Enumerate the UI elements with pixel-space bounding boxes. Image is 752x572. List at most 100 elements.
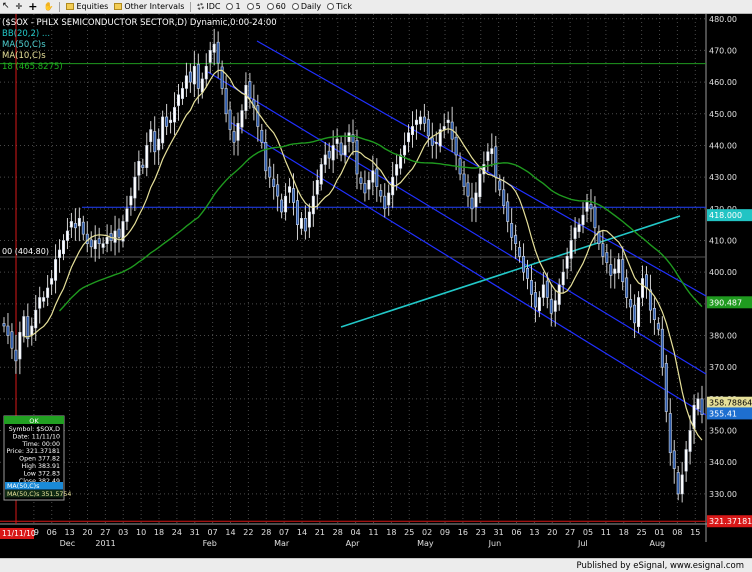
- candle-body: [204, 65, 208, 80]
- candle-body: [303, 218, 307, 232]
- candle-body: [395, 164, 399, 176]
- x-tick-label: 27: [100, 528, 110, 537]
- x-tick-label: 20: [547, 528, 557, 537]
- data-window-header-text: OK: [29, 417, 39, 425]
- candle-body: [680, 474, 684, 495]
- candle-body: [22, 316, 26, 337]
- legend-line: MA(50,C)s: [2, 40, 46, 50]
- clock-icon: [327, 3, 335, 10]
- toolbar-item-10[interactable]: Daily: [291, 2, 321, 11]
- x-tick-label: 11: [601, 528, 611, 537]
- candle-body: [672, 450, 676, 469]
- folder-icon: [66, 3, 75, 10]
- candle-body: [288, 186, 292, 193]
- candle-body: [2, 323, 6, 327]
- crosshair-icon: ✛: [15, 2, 23, 11]
- x-tick-label: 28: [333, 528, 343, 537]
- candle-body: [208, 50, 212, 63]
- data-window-indicator: MA(50,C)s 351.5754: [7, 491, 71, 498]
- candle-body: [387, 192, 391, 206]
- toolbar-item-7[interactable]: 1: [226, 2, 241, 11]
- candle-body: [117, 228, 121, 238]
- x-tick-label: 20: [82, 528, 92, 537]
- candle-body: [577, 224, 581, 232]
- x-tick-label: 22: [243, 528, 253, 537]
- x-tick-label: 13: [529, 528, 539, 537]
- data-window-row: Time: 00:00: [21, 441, 60, 448]
- candle-body: [621, 259, 625, 282]
- y-tick-label: 380.00: [709, 332, 737, 341]
- candle-body: [323, 154, 327, 165]
- candle-body: [359, 177, 363, 184]
- candle-body: [93, 240, 97, 250]
- candle-body: [105, 237, 109, 244]
- x-tick-label: 28: [261, 528, 271, 537]
- candle-body: [331, 145, 335, 161]
- candle-body: [502, 189, 506, 206]
- candle-body: [240, 110, 244, 128]
- data-window-indicator: MA(50,C)s: [7, 483, 39, 490]
- data-window-row: Low 372.83: [24, 470, 60, 477]
- candle-body: [605, 252, 609, 263]
- toolbar-item-9[interactable]: 60: [266, 2, 286, 11]
- data-window-row: Price: 321.37181: [6, 448, 60, 455]
- candle-body: [533, 292, 537, 308]
- candle-body: [466, 182, 470, 197]
- x-month-label: Jul: [577, 539, 588, 548]
- clock-icon: [246, 3, 254, 10]
- candle-body: [101, 243, 105, 248]
- candle-body: [216, 41, 220, 64]
- y-tick-label: 430.00: [709, 173, 737, 182]
- candle-body: [307, 211, 311, 228]
- candle-body: [311, 195, 315, 215]
- toolbar-item-0[interactable]: ↖: [2, 2, 10, 11]
- candle-body: [276, 184, 280, 197]
- candle-body: [656, 323, 660, 330]
- toolbar-item-4[interactable]: Equities: [66, 2, 108, 11]
- toolbar-separator: [190, 1, 192, 12]
- toolbar-item-label: 1: [235, 2, 241, 11]
- candle-body: [641, 278, 645, 298]
- candle-body: [244, 84, 248, 111]
- candle-body: [418, 116, 422, 125]
- price-tag-label: 355.41: [709, 409, 737, 418]
- candle-body: [494, 146, 498, 178]
- data-window-row: Symbol: $SOX,D: [9, 426, 60, 433]
- candle-body: [61, 240, 65, 255]
- candle-body: [581, 214, 585, 225]
- candle-body: [165, 116, 169, 127]
- folder-icon: [114, 3, 123, 10]
- toolbar-item-11[interactable]: Tick: [327, 2, 352, 11]
- candle-body: [284, 195, 288, 213]
- toolbar-item-2[interactable]: +: [28, 1, 37, 12]
- candle-body: [593, 206, 597, 229]
- clock-icon: [291, 3, 299, 10]
- toolbar-item-6[interactable]: IDC: [197, 2, 220, 11]
- candle-body: [660, 328, 664, 368]
- toolbar-item-8[interactable]: 5: [246, 2, 261, 11]
- candle-body: [367, 180, 371, 190]
- x-month-label: Dec: [60, 539, 75, 548]
- candle-body: [585, 202, 589, 212]
- x-month-label: Feb: [203, 539, 217, 548]
- candle-body: [414, 119, 418, 125]
- toolbar-item-3[interactable]: ✋: [43, 2, 53, 11]
- toolbar-item-1[interactable]: ✛: [16, 2, 23, 11]
- toolbar-item-5[interactable]: Other Intervals: [114, 2, 184, 11]
- candle-body: [696, 398, 700, 410]
- candle-body: [537, 297, 541, 312]
- toolbar-item-label: IDC: [206, 2, 221, 11]
- candle-body: [478, 173, 482, 198]
- candle-body: [644, 274, 648, 289]
- x-tick-label: 14: [225, 528, 235, 537]
- x-tick-label: 11: [368, 528, 378, 537]
- candle-body: [149, 129, 153, 142]
- candle-body: [617, 259, 621, 274]
- legend-line: BB(20,2) ...: [2, 29, 50, 39]
- x-month-label: Mar: [274, 539, 290, 548]
- candle-body: [688, 430, 692, 452]
- candle-body: [188, 71, 192, 83]
- x-tick-label: 23: [476, 528, 486, 537]
- candle-body: [700, 398, 704, 416]
- candle-body: [601, 243, 605, 257]
